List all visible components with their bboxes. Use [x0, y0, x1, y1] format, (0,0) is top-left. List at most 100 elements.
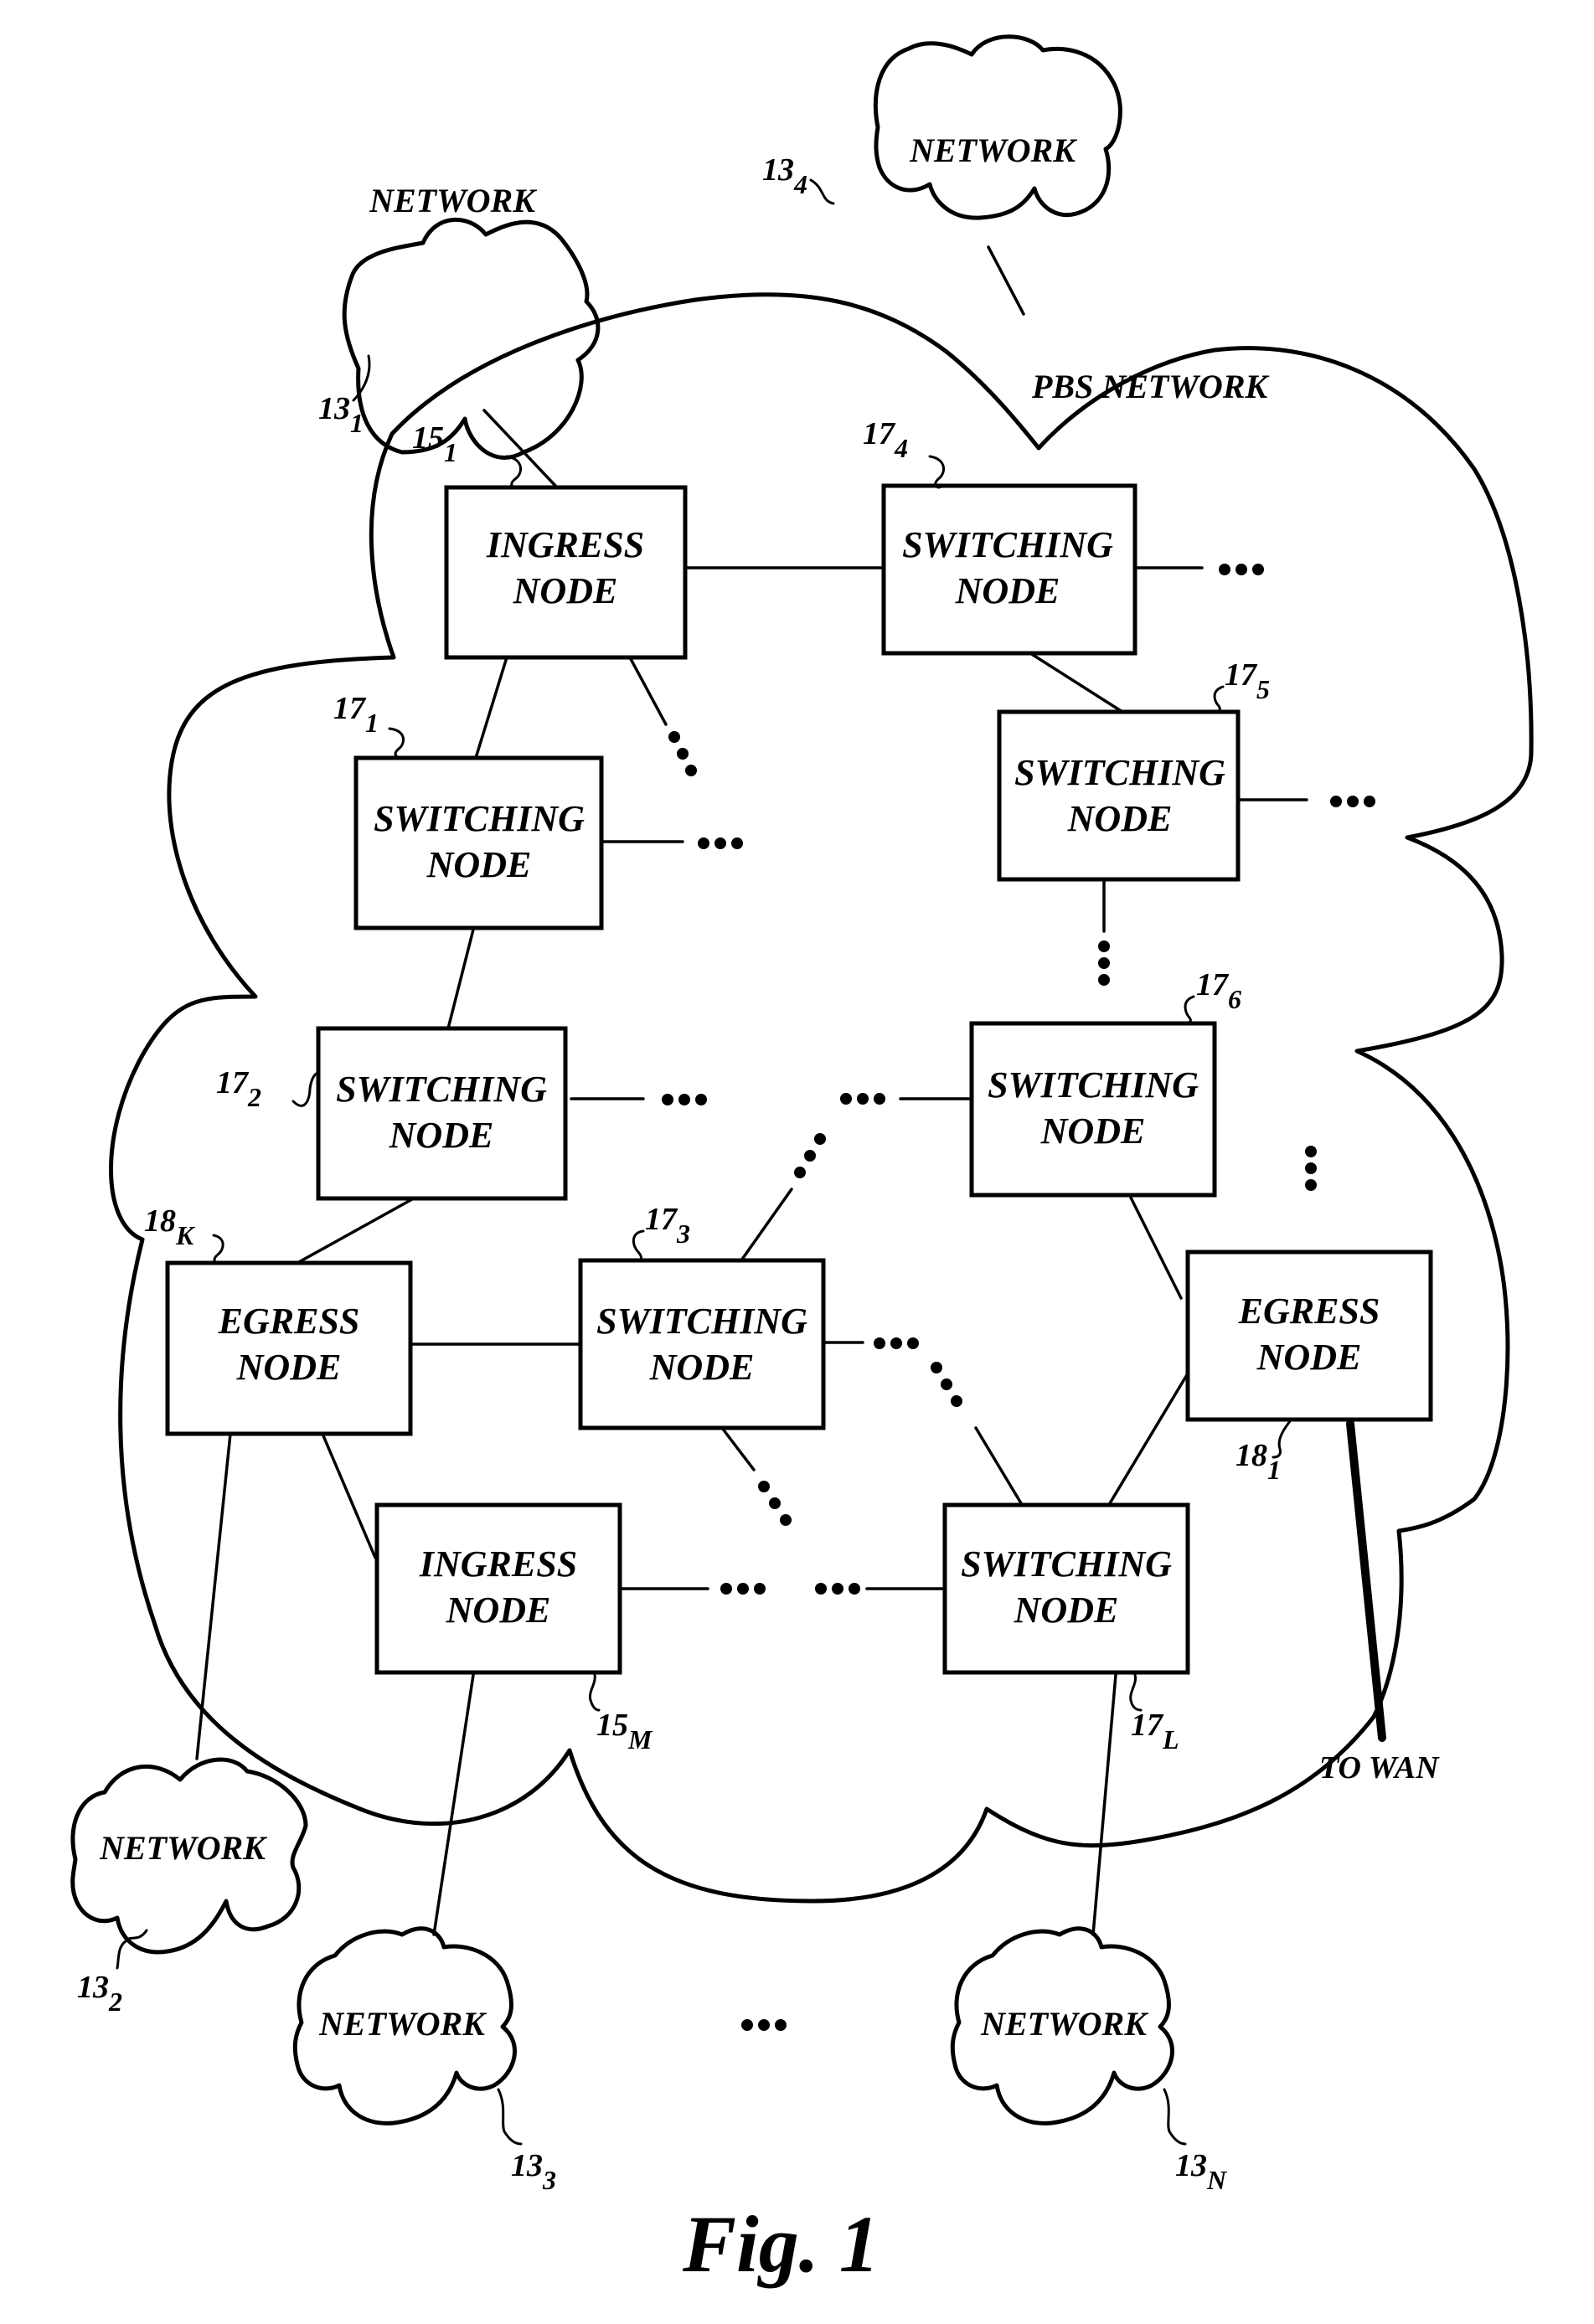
ellipsis-switch5-right	[1330, 796, 1375, 807]
pbs-network-title: PBS NETWORK	[1031, 368, 1269, 405]
ref-17-6: 176	[1181, 967, 1241, 1025]
node-box	[969, 1021, 1217, 1198]
node-label-line1: SWITCHING	[374, 798, 585, 839]
network-cloud-13-1[interactable]: NETWORK	[342, 182, 601, 460]
node-ingress-15-1[interactable]: INGRESS NODE	[444, 485, 688, 660]
node-box	[997, 709, 1241, 882]
node-label-line1: EGRESS	[1238, 1291, 1380, 1332]
svg-text:171: 171	[333, 691, 379, 738]
ref-17-5: 175	[1211, 657, 1270, 714]
svg-text:151: 151	[412, 420, 457, 467]
network-label: NETWORK	[369, 182, 537, 219]
node-switching-17-3[interactable]: SWITCHING NODE	[578, 1258, 826, 1430]
node-label-line2: NODE	[513, 570, 618, 611]
svg-text:172: 172	[216, 1065, 261, 1112]
ref-17-4: 174	[863, 416, 946, 489]
network-label: NETWORK	[318, 2005, 487, 2043]
node-box	[316, 1026, 568, 1201]
ref-13-1: 131	[318, 354, 371, 438]
pbs-network-diagram: NETWORK NETWORK NETWORK NETWORK NETWORK	[70, 34, 1534, 2289]
ellipsis-switch5-down	[1098, 940, 1110, 986]
ref-13-3: 133	[497, 2088, 556, 2195]
cloud-outline	[873, 34, 1122, 220]
svg-text:181: 181	[1235, 1438, 1281, 1485]
ellipsis-switch4-right	[1219, 564, 1264, 575]
to-wan-label: TO WAN	[1319, 1750, 1440, 1786]
node-switching-17-6[interactable]: SWITCHING NODE	[969, 1021, 1217, 1198]
svg-text:176: 176	[1196, 967, 1241, 1014]
link-ingress1-more	[628, 656, 668, 726]
node-label-line2: NODE	[1256, 1337, 1362, 1378]
svg-text:17L: 17L	[1131, 1708, 1179, 1755]
svg-text:134: 134	[762, 152, 807, 199]
node-switching-17-2[interactable]: SWITCHING NODE	[316, 1026, 568, 1201]
link-switch4-switch5	[1029, 652, 1124, 714]
ref-13-N: 13N	[1163, 2088, 1228, 2195]
network-label: NETWORK	[99, 1829, 267, 1867]
svg-text:18K: 18K	[144, 1203, 196, 1250]
ref-13-4: 134	[762, 152, 835, 205]
node-switching-17-4[interactable]: SWITCHING NODE	[881, 483, 1137, 656]
link-switch2-egressK	[296, 1198, 414, 1265]
ellipsis-switch1-right	[698, 837, 743, 849]
link-egressK-net2	[195, 1432, 232, 1760]
link-egressK-ingressM	[321, 1432, 377, 1559]
ellipsis-networks-bottom	[741, 2019, 787, 2031]
node-label-line1: INGRESS	[419, 1543, 577, 1585]
node-label-line2: NODE	[649, 1347, 755, 1388]
svg-text:13N: 13N	[1175, 2148, 1228, 2195]
node-box	[942, 1502, 1190, 1675]
link-ingressM-net3	[432, 1673, 475, 1936]
svg-text:15M: 15M	[596, 1708, 653, 1755]
node-box	[881, 483, 1137, 656]
ref-13-2: 132	[77, 1929, 148, 2017]
link-switch3-more	[740, 1188, 793, 1262]
link-switch6-egress1	[1129, 1196, 1183, 1300]
link-more-switchL	[974, 1426, 1025, 1509]
svg-text:174: 174	[863, 416, 908, 463]
node-label-line2: NODE	[389, 1115, 494, 1156]
node-switching-17-1[interactable]: SWITCHING NODE	[353, 755, 604, 930]
link-net4-pbs	[987, 245, 1025, 316]
ref-15-M: 15M	[588, 1673, 653, 1755]
link-switchL-netN	[1091, 1673, 1117, 1936]
node-ingress-15-M[interactable]: INGRESS NODE	[374, 1502, 622, 1675]
to-wan-link[interactable]	[1346, 1420, 1386, 1742]
node-label-line1: EGRESS	[218, 1301, 360, 1342]
node-egress-18-K[interactable]: EGRESS NODE	[165, 1260, 413, 1436]
link-net1-ingress1	[482, 409, 559, 489]
node-label-line2: NODE	[236, 1347, 342, 1388]
node-box	[374, 1502, 622, 1675]
ref-18-K: 18K	[144, 1203, 224, 1265]
node-label-line2: NODE	[446, 1590, 551, 1631]
ref-17-1: 171	[333, 691, 405, 760]
node-label-line2: NODE	[1067, 798, 1173, 839]
ref-17-3: 173	[632, 1202, 690, 1262]
ellipsis-ingress1-diag	[668, 731, 697, 776]
node-label-line2: NODE	[1014, 1590, 1119, 1631]
node-label-line1: SWITCHING	[1014, 752, 1225, 793]
node-switching-17-L[interactable]: SWITCHING NODE	[942, 1502, 1190, 1675]
link-egress1-switchL	[1106, 1372, 1189, 1509]
node-label-line1: SWITCHING	[902, 524, 1113, 565]
network-cloud-13-4[interactable]: NETWORK	[873, 34, 1122, 220]
ellipsis-switch2-right	[662, 1094, 707, 1105]
svg-text:132: 132	[77, 1970, 122, 2017]
node-switching-17-5[interactable]: SWITCHING NODE	[997, 709, 1241, 882]
node-egress-18-1[interactable]: EGRESS NODE	[1185, 1250, 1433, 1422]
ellipsis-switchL-left	[815, 1583, 860, 1595]
network-cloud-13-2[interactable]: NETWORK	[70, 1757, 308, 1955]
ellipsis-egress1-up	[1305, 1146, 1317, 1191]
ellipsis-switch3-diag-up	[794, 1133, 826, 1178]
link-switch1-switch2	[446, 928, 475, 1030]
node-label-line1: SWITCHING	[961, 1543, 1172, 1585]
node-label-line2: NODE	[426, 844, 532, 885]
network-cloud-13-N[interactable]: NETWORK	[950, 1926, 1174, 2126]
node-label-line1: SWITCHING	[596, 1301, 807, 1342]
ref-17-L: 17L	[1129, 1673, 1179, 1755]
node-box	[578, 1258, 826, 1430]
network-cloud-13-3[interactable]: NETWORK	[292, 1926, 517, 2126]
figure-caption: Fig. 1	[682, 2199, 880, 2289]
link-ingress1-switch1	[474, 656, 508, 760]
node-box	[1185, 1250, 1433, 1422]
